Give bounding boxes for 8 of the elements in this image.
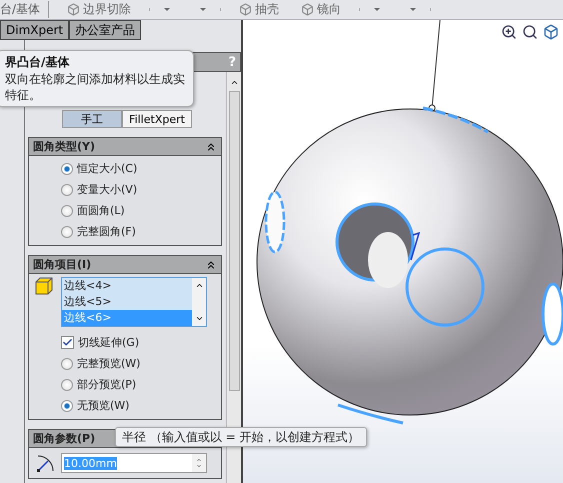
- tooltip-title: 界凸台/基体: [5, 54, 70, 71]
- section-title: 圆角类型(Y): [33, 139, 96, 154]
- toolbar-label: 台/基体: [0, 1, 50, 18]
- section-title: 圆角参数(P): [33, 431, 96, 446]
- tooltip-text: 双向在轮廓之间添加材料以生成实: [5, 71, 185, 87]
- tooltip-text: 特征。: [5, 87, 42, 103]
- section-title: 圆角项目(I): [33, 257, 92, 272]
- tooltip-text: 半径 （输入值或以 = 开始，以创建方程式）: [122, 429, 360, 445]
